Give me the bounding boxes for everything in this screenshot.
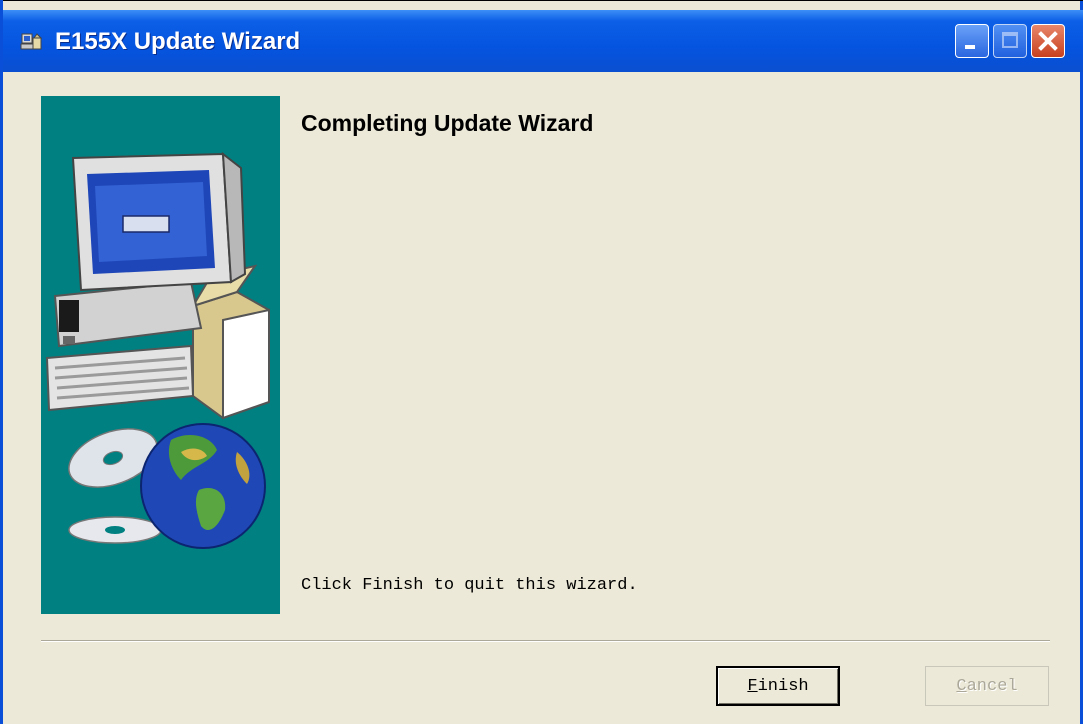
title-bar[interactable]: E155X Update Wizard xyxy=(3,10,1083,72)
cancel-button-label: Cancel xyxy=(956,676,1018,696)
wizard-heading: Completing Update Wizard xyxy=(301,110,594,136)
finish-button-label: Finish xyxy=(747,676,809,696)
wizard-message: Click Finish to quit this wizard. xyxy=(301,576,638,595)
window-top-edge xyxy=(3,0,1083,1)
divider-highlight xyxy=(41,641,1050,642)
globe-illustration xyxy=(140,423,266,549)
window-title: E155X Update Wizard xyxy=(55,28,301,55)
minimize-icon xyxy=(965,45,975,49)
minimize-button[interactable] xyxy=(955,24,989,58)
maximize-icon xyxy=(1002,32,1018,48)
close-button[interactable] xyxy=(1031,24,1065,58)
setup-app-icon xyxy=(20,33,42,50)
wizard-illustration xyxy=(45,151,270,549)
wizard-side-panel xyxy=(41,96,280,614)
cancel-button[interactable]: Cancel xyxy=(925,666,1049,706)
finish-button[interactable]: Finish xyxy=(716,666,840,706)
computer-illustration xyxy=(45,151,270,420)
close-icon xyxy=(1038,31,1058,51)
wizard-window: E155X Update Wizard Completing Update Wi… xyxy=(0,0,1083,724)
maximize-button[interactable] xyxy=(993,24,1027,58)
